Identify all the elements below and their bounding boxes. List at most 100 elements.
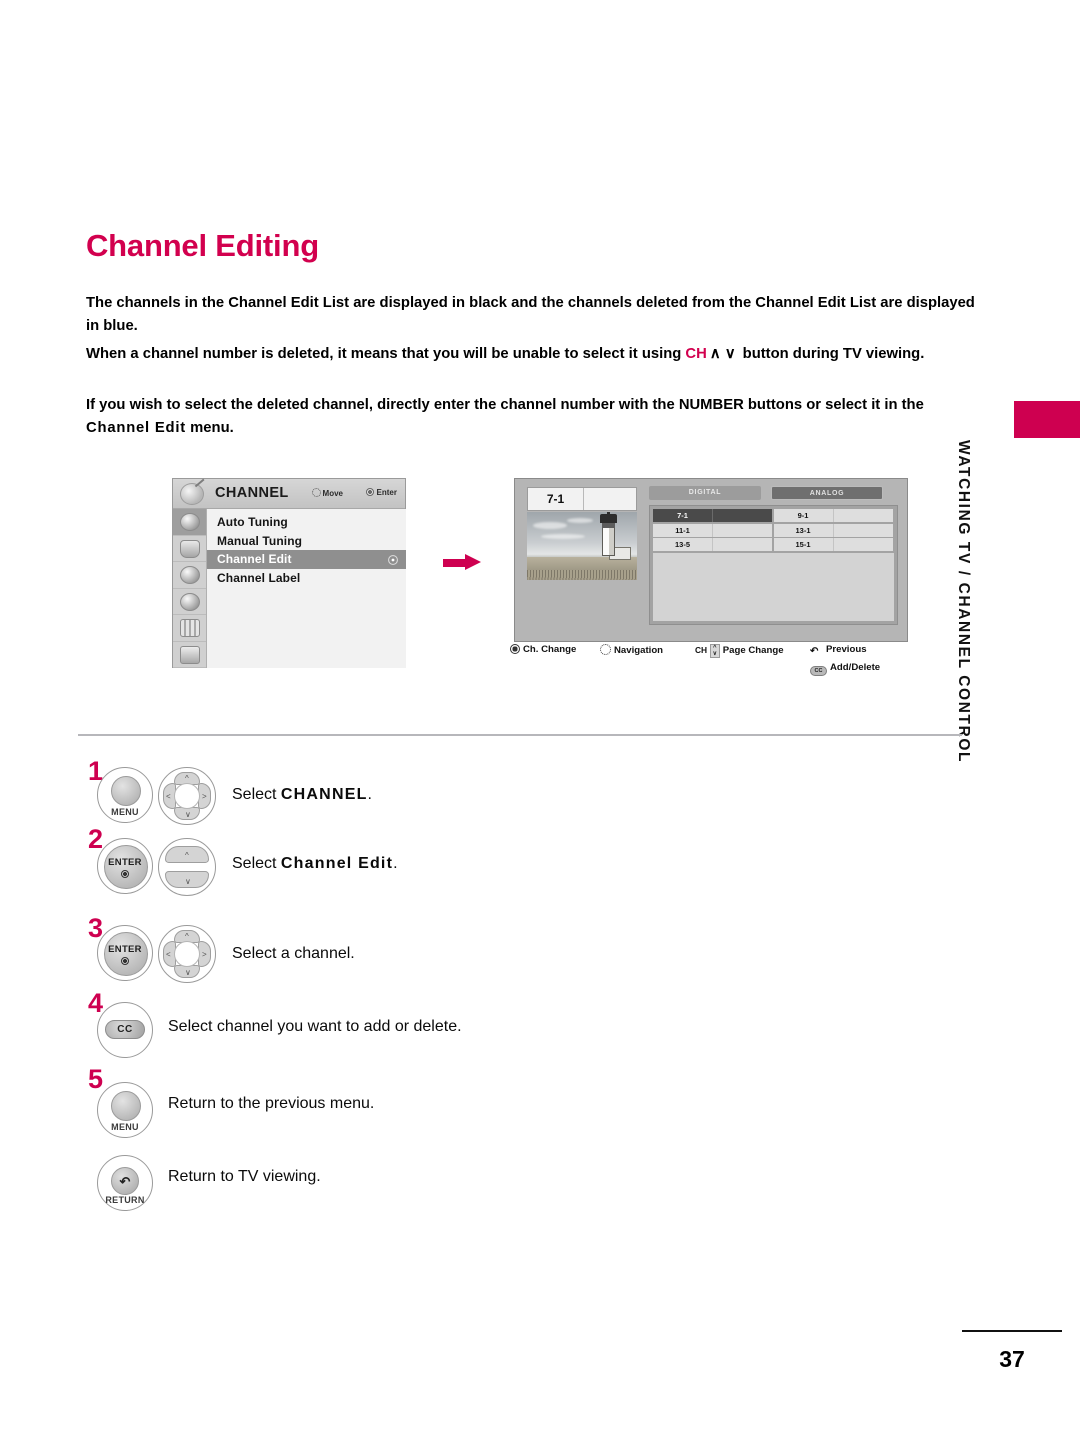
tab-digital-label: DIGITAL: [688, 489, 722, 496]
enter-button-label: ENTER: [108, 857, 142, 868]
section-tab-label: WATCHING TV / CHANNEL CONTROL: [955, 440, 972, 764]
menu-button-label: MENU: [111, 1122, 139, 1132]
ch-arrows: ∧ ∨: [709, 346, 736, 362]
channel-number: 11-1: [653, 523, 713, 537]
channel-edit-screen: 7-1 DIGITAL ANALOG 7-1 9-1 11-1 13-1 13-…: [514, 478, 908, 642]
rail-item-picture[interactable]: [173, 536, 206, 562]
osd-hint-enter-label: Enter: [376, 488, 397, 497]
ch-key-label: CH: [685, 346, 707, 362]
channel-cell-selected[interactable]: 7-1: [653, 509, 772, 522]
channel-down-segment[interactable]: ∨: [165, 871, 209, 888]
rail-item-lock[interactable]: [173, 642, 206, 668]
enter-button[interactable]: ENTER: [97, 925, 153, 981]
option-icon: [180, 619, 200, 637]
step-2-text-pre: Select: [232, 855, 281, 872]
preview-channel-box: 7-1: [527, 487, 637, 511]
manual-page: WATCHING TV / CHANNEL CONTROL Channel Ed…: [0, 0, 1080, 1439]
navigation-pad-button[interactable]: ^ ∨ < >: [158, 925, 216, 983]
channel-row: 11-1 13-1: [653, 523, 894, 537]
section-tab-accent: [1014, 401, 1080, 438]
rail-item-time[interactable]: [173, 589, 206, 615]
osd-menu-item-label: Channel Edit: [217, 552, 292, 567]
osd-title: CHANNEL: [215, 485, 289, 501]
screen-legend: Ch. Change Navigation CH ^ ∨ Page Change ↶…: [510, 644, 910, 684]
enter-button[interactable]: ENTER: [97, 838, 153, 894]
enter-button-label: ENTER: [108, 944, 142, 955]
channel-row: 7-1 9-1: [653, 509, 894, 522]
time-icon: [180, 592, 200, 611]
channel-number: 7-1: [653, 509, 713, 522]
channel-number: 15-1: [774, 538, 834, 551]
enter-dot-icon: [121, 957, 129, 965]
rail-item-channel[interactable]: [173, 509, 206, 536]
nav-center[interactable]: [174, 941, 200, 967]
channel-cell[interactable]: 13-1: [773, 523, 893, 537]
step-1-text-post: .: [367, 786, 372, 803]
channel-cell[interactable]: 9-1: [773, 509, 893, 522]
preview-channel-name: [584, 488, 636, 510]
return-button[interactable]: ↶ RETURN: [97, 1155, 153, 1211]
lock-icon: [180, 645, 200, 664]
return-icon: ↶: [810, 646, 819, 657]
footer-rule: [962, 1330, 1062, 1332]
tab-digital[interactable]: DIGITAL: [649, 486, 761, 500]
legend-label: Previous: [826, 644, 867, 655]
cc-button[interactable]: CC: [97, 1002, 153, 1058]
channel-cell[interactable]: 15-1: [773, 538, 893, 551]
step-return-text-pre: Return to TV viewing.: [168, 1168, 321, 1185]
preview-channel-number: 7-1: [528, 488, 584, 510]
step-number-4: 4: [88, 988, 104, 1018]
nav-center[interactable]: [174, 783, 200, 809]
menu-button[interactable]: MENU: [97, 1082, 153, 1138]
cc-button-label: CC: [105, 1020, 145, 1039]
step-number-5: 5: [88, 1064, 104, 1094]
step-number-2: 2: [88, 824, 104, 854]
channel-updown-button[interactable]: ^ ∨: [158, 838, 216, 896]
paragraph-1-text: The channels in the Channel Edit List ar…: [86, 295, 975, 334]
step-5-text-pre: Return to the previous menu.: [168, 1095, 375, 1112]
step-2-text: Select Channel Edit.: [232, 855, 398, 873]
osd-hint-move-label: Move: [322, 489, 343, 498]
step-3-text: Select a channel.: [232, 945, 355, 963]
step-4-text-pre: Select channel you want to add or delete…: [168, 1018, 462, 1035]
paragraph-2-text-b: button during TV viewing.: [738, 346, 925, 362]
menu-button-cap: [111, 1091, 141, 1121]
channel-grid-empty-area: [653, 553, 894, 621]
channel-cell[interactable]: 13-5: [653, 538, 772, 551]
legend-ch-change: Ch. Change: [510, 644, 576, 655]
step-3-text-pre: Select a channel.: [232, 945, 355, 962]
source-tabs: DIGITAL ANALOG: [643, 485, 898, 503]
step-2-text-bold: Channel Edit: [280, 855, 394, 872]
legend-page-change: CH ^ ∨ Page Change: [695, 644, 784, 658]
osd-body: Auto Tuning Manual Tuning Channel Edit C…: [173, 509, 406, 668]
paragraph-3-text-b: menu.: [186, 419, 234, 436]
rail-item-option[interactable]: [173, 615, 206, 642]
osd-menu-item-channel-label[interactable]: Channel Label: [207, 569, 406, 588]
osd-hint-move: Move: [311, 488, 343, 498]
audio-icon: [180, 566, 200, 584]
picture-icon: [180, 539, 200, 558]
channel-number: 13-1: [774, 523, 834, 537]
step-1-text: Select CHANNEL.: [232, 786, 372, 804]
osd-menu-item-auto-tuning[interactable]: Auto Tuning: [207, 513, 406, 532]
menu-button[interactable]: MENU: [97, 767, 153, 823]
ch-updown-icon: ^ ∨: [709, 644, 720, 658]
legend-previous: ↶ Previous: [810, 644, 867, 657]
legend-label: Ch. Change: [523, 644, 577, 655]
menu-button-label: MENU: [111, 807, 139, 817]
osd-menu-item-manual-tuning[interactable]: Manual Tuning: [207, 532, 406, 551]
legend-label: Navigation: [614, 645, 664, 656]
satellite-dish-icon: [180, 483, 204, 505]
navigation-pad-button[interactable]: ^ ∨ < >: [158, 767, 216, 825]
channel-cell[interactable]: 11-1: [653, 523, 772, 537]
return-arrow-icon: ↶: [111, 1167, 139, 1195]
return-button-label: RETURN: [105, 1195, 145, 1205]
cc-button-icon: CC: [810, 666, 827, 676]
channel-up-segment[interactable]: ^: [165, 846, 209, 863]
rail-item-audio[interactable]: [173, 562, 206, 589]
selected-radio-icon: [388, 554, 398, 565]
osd-menu-item-channel-edit[interactable]: Channel Edit: [207, 550, 406, 569]
menu-button-cap: [111, 776, 141, 806]
right-arrow-icon: [443, 554, 481, 570]
tab-analog[interactable]: ANALOG: [771, 486, 883, 500]
